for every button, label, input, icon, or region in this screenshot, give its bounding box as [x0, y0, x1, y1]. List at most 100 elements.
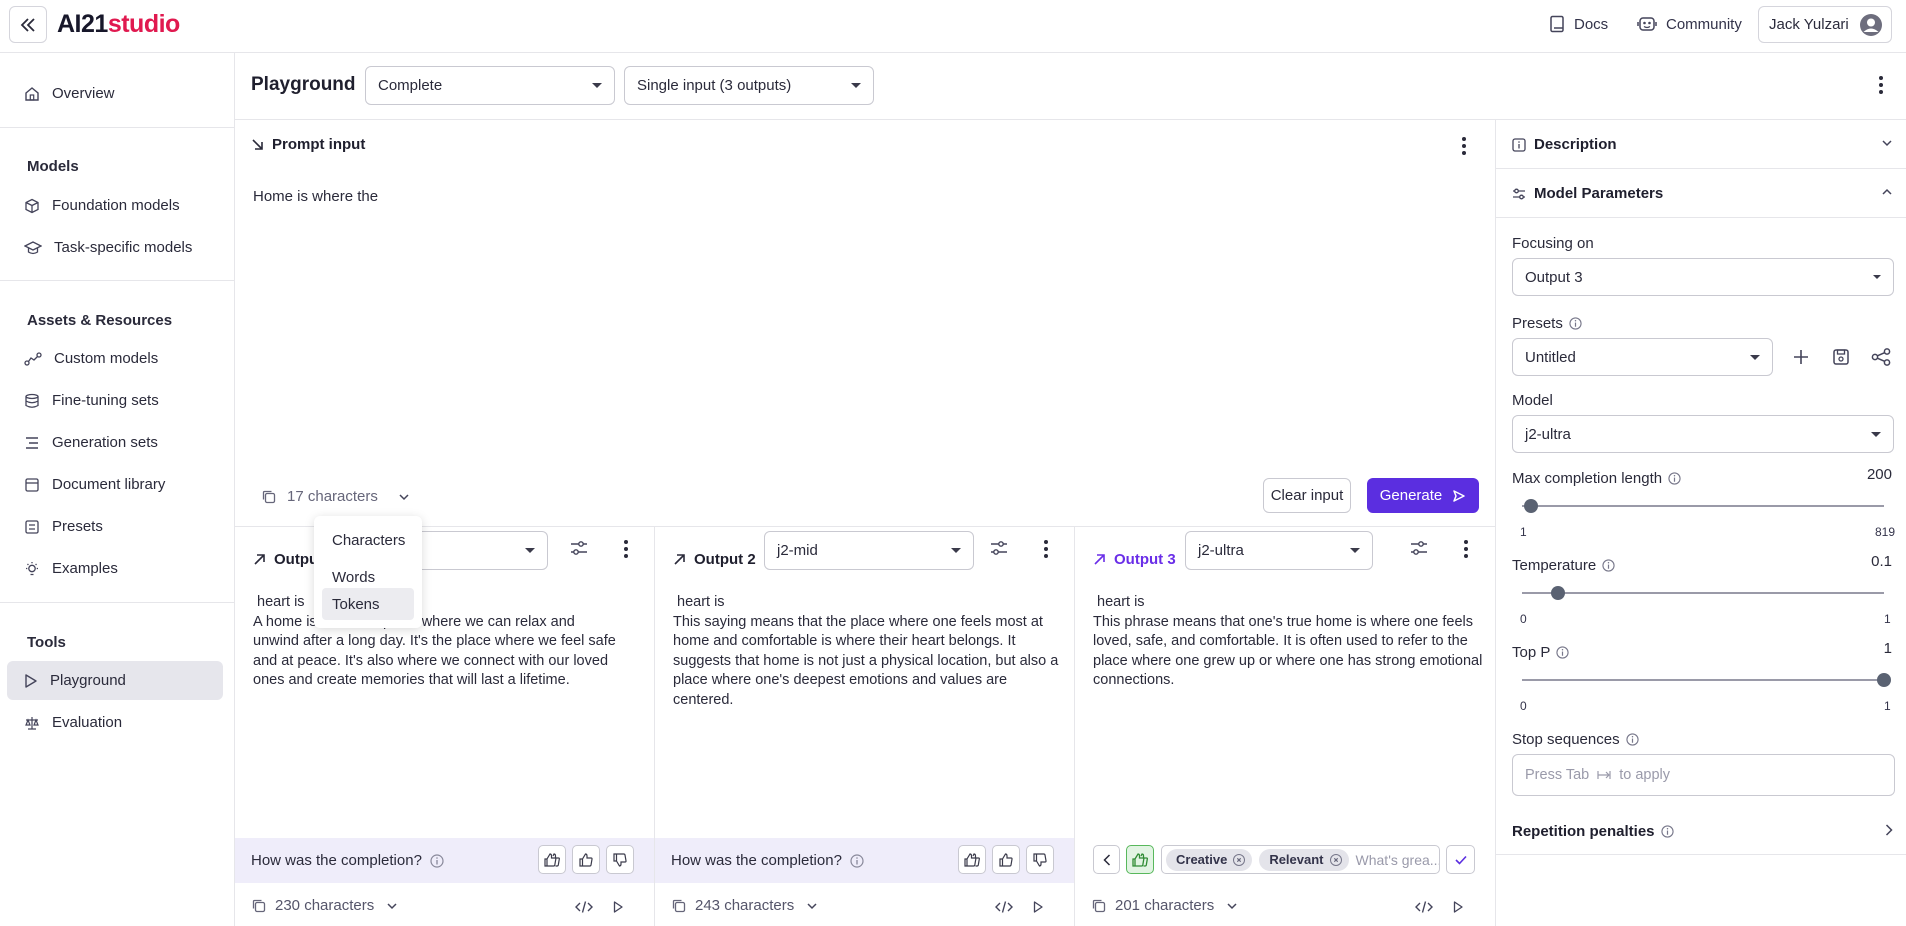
user-menu-button[interactable]: Jack Yulzari: [1758, 6, 1892, 43]
database-icon: [25, 393, 39, 408]
stop-sequences-input[interactable]: Press Tab to apply: [1512, 754, 1895, 796]
super-like-button[interactable]: [958, 845, 986, 874]
prompt-count-selector[interactable]: 17 characters: [261, 488, 410, 505]
focusing-on-select[interactable]: Output 3: [1512, 258, 1894, 296]
double-thumbs-up-icon: [544, 852, 560, 867]
top-p-slider-track[interactable]: [1522, 679, 1884, 681]
model-parameters-section-header[interactable]: Model Parameters: [1496, 169, 1906, 218]
sidebar-item-fine-tuning-sets[interactable]: Fine-tuning sets: [7, 381, 223, 420]
sidebar-item-evaluation[interactable]: Evaluation: [7, 703, 223, 742]
sidebar-item-generation-sets[interactable]: Generation sets: [7, 423, 223, 462]
output-title-label: Outpu: [274, 551, 319, 568]
settings-sliders-icon[interactable]: [990, 540, 1008, 556]
output-1-count-selector[interactable]: 230 characters: [251, 897, 398, 914]
menu-item-characters[interactable]: Characters: [322, 524, 414, 556]
output-3-model-select[interactable]: j2-ultra: [1185, 531, 1373, 570]
output-2-title: Output 2: [673, 551, 756, 568]
run-icon[interactable]: [613, 901, 623, 913]
sidebar-item-custom-models[interactable]: Custom models: [7, 339, 223, 378]
model-select[interactable]: j2-ultra: [1512, 415, 1894, 453]
sidebar-item-foundation-models[interactable]: Foundation models: [7, 186, 223, 225]
docs-link[interactable]: Docs: [1549, 15, 1608, 33]
feedback-question: How was the completion?: [251, 852, 422, 869]
feedback-back-button[interactable]: [1093, 845, 1120, 874]
save-preset-icon[interactable]: [1832, 348, 1850, 366]
prompt-more-icon[interactable]: [1461, 136, 1467, 156]
thumbs-down-button[interactable]: [1026, 845, 1054, 874]
add-preset-icon[interactable]: [1792, 348, 1810, 366]
sidebar-item-overview[interactable]: Overview: [7, 74, 223, 113]
avatar-icon: [1860, 13, 1882, 36]
run-icon[interactable]: [1453, 901, 1463, 913]
sidebar-item-examples[interactable]: Examples: [7, 549, 223, 588]
sidebar-item-label: Playground: [50, 672, 126, 689]
tag-label: Relevant: [1269, 852, 1324, 867]
run-icon[interactable]: [1033, 901, 1043, 913]
clear-input-button[interactable]: Clear input: [1263, 478, 1351, 513]
sidebar-item-playground[interactable]: Playground: [7, 661, 223, 700]
code-icon[interactable]: [1415, 900, 1433, 914]
ai21-studio-logo[interactable]: AI21studio: [57, 10, 180, 39]
code-icon[interactable]: [995, 900, 1013, 914]
max-length-slider-track[interactable]: [1522, 505, 1884, 507]
output-1-model-select[interactable]: [412, 531, 548, 570]
remove-tag-icon[interactable]: [1329, 853, 1342, 866]
menu-item-tokens[interactable]: Tokens: [322, 588, 414, 620]
presets-select[interactable]: Untitled: [1512, 338, 1773, 376]
output-3-count-selector[interactable]: 201 characters: [1091, 897, 1238, 914]
output-more-icon[interactable]: [1463, 539, 1469, 559]
thumbs-down-icon: [613, 852, 627, 867]
presets-label-row: Presets: [1512, 315, 1582, 332]
copy-icon: [262, 490, 276, 503]
submit-feedback-button[interactable]: [1446, 845, 1475, 874]
sliders-icon: [1513, 188, 1525, 199]
assets-heading: Assets & Resources: [27, 312, 173, 329]
temperature-slider-handle[interactable]: [1551, 586, 1566, 600]
max-length-slider-handle[interactable]: [1523, 499, 1538, 513]
output-title-label: Output 3: [1114, 551, 1176, 568]
more-options-icon[interactable]: [1878, 75, 1884, 95]
chevron-down-icon: [399, 493, 409, 500]
repetition-penalties-section[interactable]: Repetition penalties: [1496, 808, 1906, 855]
community-link[interactable]: Community: [1637, 15, 1742, 33]
thumbs-up-selected-button[interactable]: [1126, 845, 1154, 874]
prompt-textarea[interactable]: Home is where the: [253, 188, 1473, 458]
model-value: j2-ultra: [1525, 425, 1571, 443]
sidebar-item-task-specific-models[interactable]: Task-specific models: [7, 228, 223, 267]
temperature-slider-track[interactable]: [1522, 592, 1884, 594]
thumbs-up-button[interactable]: [572, 845, 600, 874]
prompt-panel: Prompt input Home is where the 17 charac…: [235, 120, 1495, 527]
feedback-tags-input[interactable]: Creative Relevant What's grea...: [1161, 845, 1440, 874]
output-count: 201 characters: [1115, 897, 1215, 914]
share-preset-icon[interactable]: [1871, 348, 1891, 366]
output-more-icon[interactable]: [1043, 539, 1049, 559]
settings-sliders-icon[interactable]: [570, 540, 588, 556]
temperature-value[interactable]: 0.1: [1871, 553, 1892, 570]
collapse-sidebar-button[interactable]: [9, 6, 47, 43]
copy-icon: [672, 899, 686, 912]
remove-tag-icon[interactable]: [1233, 853, 1246, 866]
mode-select[interactable]: Complete: [365, 66, 615, 105]
thumbs-down-button[interactable]: [606, 845, 634, 874]
top-p-slider-handle[interactable]: [1877, 673, 1891, 687]
cube-icon: [25, 198, 39, 213]
output-2-model-select[interactable]: j2-mid: [764, 531, 974, 570]
playground-header: Playground Complete Single input (3 outp…: [235, 53, 1906, 120]
graduation-cap-icon: [24, 240, 42, 254]
generate-button[interactable]: Generate: [1367, 478, 1479, 513]
sidebar-item-presets[interactable]: Presets: [7, 507, 223, 546]
max-length-value[interactable]: 200: [1867, 466, 1892, 483]
description-section-header[interactable]: Description: [1496, 120, 1906, 169]
settings-sliders-icon[interactable]: [1410, 540, 1428, 556]
output-prefix: heart is: [257, 594, 305, 610]
thumbs-up-button[interactable]: [992, 845, 1020, 874]
model-label: Model: [1512, 392, 1553, 409]
output-2-count-selector[interactable]: 243 characters: [671, 897, 818, 914]
sidebar-item-document-library[interactable]: Document library: [7, 465, 223, 504]
top-p-value[interactable]: 1: [1884, 640, 1892, 657]
caret-down-icon: [592, 83, 602, 88]
super-like-button[interactable]: [538, 845, 566, 874]
output-more-icon[interactable]: [623, 539, 629, 559]
code-icon[interactable]: [575, 900, 593, 914]
input-mode-select[interactable]: Single input (3 outputs): [624, 66, 874, 105]
